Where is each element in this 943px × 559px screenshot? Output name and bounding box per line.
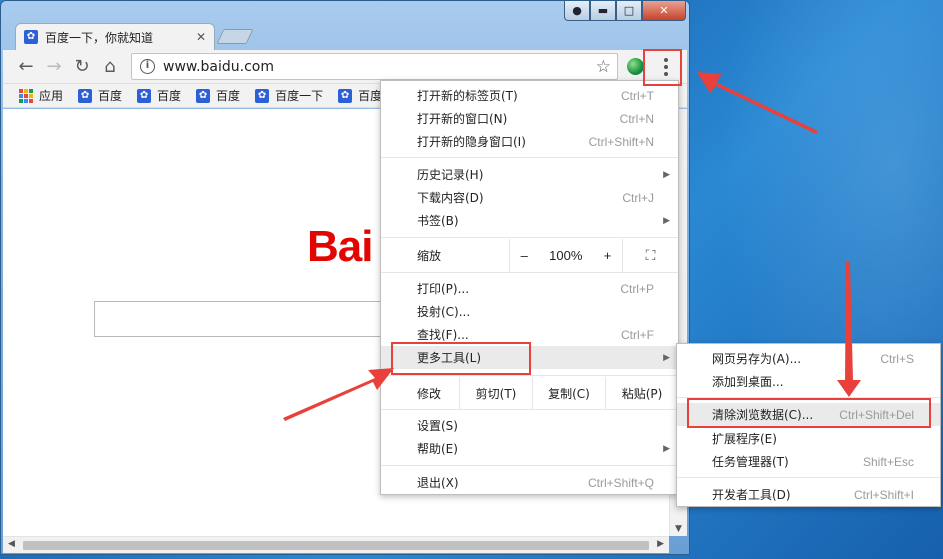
arrow-to-more-tools [283,368,394,421]
arrow-to-clear-data [837,262,861,397]
annotation-arrows [283,72,861,421]
arrow-to-menu-button [697,72,818,134]
